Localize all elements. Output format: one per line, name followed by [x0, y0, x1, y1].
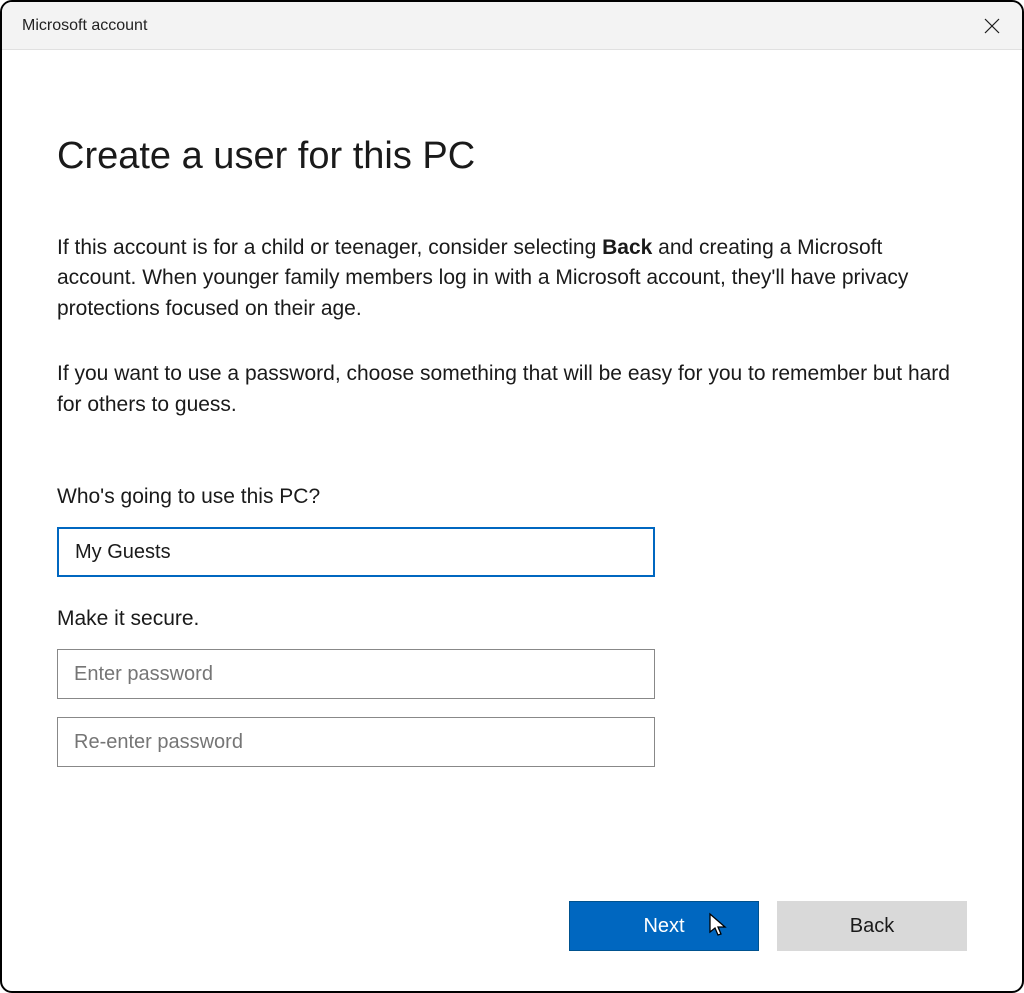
page-heading: Create a user for this PC [57, 135, 967, 178]
username-input[interactable] [57, 527, 655, 577]
close-icon [984, 18, 1000, 34]
password-input[interactable] [57, 649, 655, 699]
close-button[interactable] [962, 2, 1022, 50]
back-button[interactable]: Back [777, 901, 967, 951]
para1-bold: Back [602, 236, 652, 259]
dialog-footer: Next Back [569, 901, 967, 951]
intro-paragraph-2: If you want to use a password, choose so… [57, 359, 967, 420]
dialog-window: Microsoft account Create a user for this… [0, 0, 1024, 993]
window-title: Microsoft account [22, 17, 147, 35]
dialog-content: Create a user for this PC If this accoun… [2, 50, 1022, 991]
password-section-label: Make it secure. [57, 607, 967, 631]
next-button[interactable]: Next [569, 901, 759, 951]
password-confirm-input[interactable] [57, 717, 655, 767]
titlebar: Microsoft account [2, 2, 1022, 50]
para1-pre: If this account is for a child or teenag… [57, 236, 602, 259]
intro-paragraph-1: If this account is for a child or teenag… [57, 233, 967, 324]
username-label: Who's going to use this PC? [57, 485, 967, 509]
